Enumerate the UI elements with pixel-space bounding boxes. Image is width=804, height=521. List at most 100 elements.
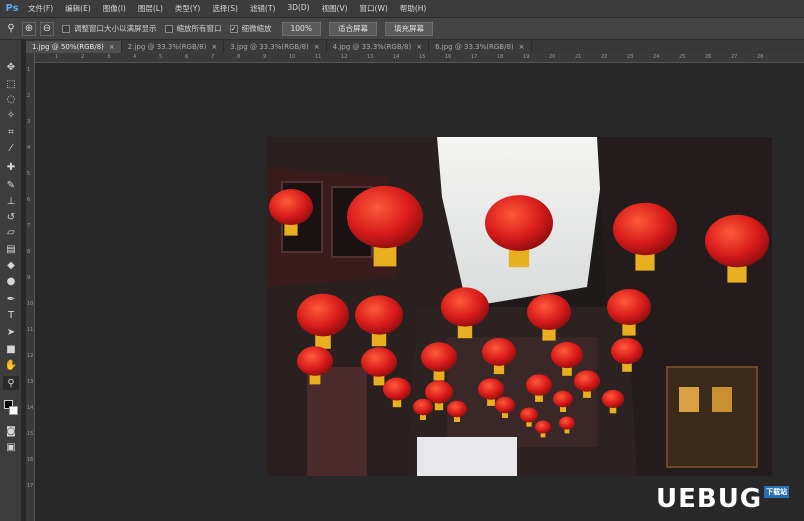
watermark-logo: UEBUG [656,484,763,514]
menu-item[interactable]: 选择(S) [206,3,244,14]
scrubby-zoom-checkbox[interactable]: ✓ 细微缩放 [229,23,272,34]
menu-item[interactable]: 视图(V) [316,3,354,14]
ruler-tick-label: 11 [315,54,322,60]
ruler-tick-label: 2 [27,93,31,99]
ruler-tick-label: 14 [393,54,400,60]
zoom-icon[interactable]: ⚲ [3,376,19,390]
close-icon[interactable]: × [416,43,422,51]
ruler-tick-label: 15 [27,431,34,437]
menu-item[interactable]: 3D(D) [281,3,315,14]
hand-icon[interactable]: ✋ [3,358,19,372]
document-tab[interactable]: 3.jpg @ 33.3%(RGB/8) × [224,41,327,53]
type-icon[interactable]: T [3,308,19,322]
ruler-tick-label: 24 [653,54,660,60]
menu-item[interactable]: 文件(F) [22,3,59,14]
ruler-tick-label: 13 [367,54,374,60]
menu-item[interactable]: 帮助(H) [394,3,433,14]
ruler-tick-label: 12 [27,353,34,359]
zoom-tool-icon[interactable]: ⚲ [4,22,18,36]
zoom-out-icon[interactable]: ⊖ [40,21,54,36]
zoom-all-windows-checkbox[interactable]: 缩放所有窗口 [164,23,222,34]
ruler-tick-label: 20 [549,54,556,60]
ruler-tick-label: 23 [627,54,634,60]
document-tab[interactable]: 1.jpg @ 50%(RGB/8) × [26,41,122,53]
brush-icon[interactable]: ✎ [3,178,19,192]
options-bar: ⚲ ⊕ ⊖ 调整窗口大小以满屏显示 缩放所有窗口 ✓ 细微缩放 100% 适合屏… [0,18,804,40]
document-tab[interactable]: 2.jpg @ 33.3%(RGB/8) × [121,41,225,53]
ruler-tick-label: 12 [341,54,348,60]
ruler-tick-label: 13 [27,379,34,385]
checkbox-box[interactable]: ✓ [229,24,238,33]
resize-windows-checkbox[interactable]: 调整窗口大小以满屏显示 [62,23,157,34]
ruler-tick-label: 5 [27,171,31,177]
crop-icon[interactable]: ⌗ [3,125,19,139]
close-icon[interactable]: × [109,43,115,51]
zoom-in-icon[interactable]: ⊕ [22,21,36,36]
screen-mode-icon[interactable]: ▣ [3,440,19,454]
menu-item[interactable]: 滤镜(T) [244,3,281,14]
path-select-icon[interactable]: ➤ [3,325,19,339]
move-icon[interactable]: ✥ [3,60,19,74]
eraser-icon[interactable]: ▱ [3,225,19,239]
pen-icon[interactable]: ✒ [3,292,19,306]
dodge-icon[interactable]: ● [3,274,19,288]
horizontal-ruler: 1 2 3 4 5 6 7 8 9 10 11 12 13 14 15 16 17 18 19 20 21 22 23 24 2… [35,53,804,63]
fill-screen-button[interactable]: 填充屏幕 [384,21,433,36]
menu-item[interactable]: 窗口(W) [354,3,394,14]
blur-icon[interactable]: ◆ [3,258,19,272]
marquee-icon[interactable]: ⬚ [3,77,19,91]
quick-mask-icon[interactable]: ◙ [3,424,19,438]
menu-item[interactable]: 图层(L) [132,3,169,14]
menu-item[interactable]: 类型(Y) [169,3,206,14]
ruler-tick-label: 9 [263,54,267,60]
gradient-icon[interactable]: ▤ [3,242,19,256]
close-icon[interactable]: × [314,43,320,51]
document-tab-label: 2.jpg @ 33.3%(RGB/8) [127,43,207,51]
shape-icon[interactable]: ■ [3,342,19,356]
document-tab-label: 6.jpg @ 33.3%(RGB/8) [435,43,514,51]
ruler-tick-label: 18 [497,54,504,60]
stamp-icon[interactable]: ⊥ [3,194,19,208]
menu-item[interactable]: 编辑(E) [59,3,97,14]
menu-bar: Ps 文件(F) 编辑(E) 图像(I) 图层(L) 类型(Y) 选择(S) 滤镜(T) 3D… [0,0,804,18]
checkbox-box[interactable] [62,24,70,33]
ruler-tick-label: 7 [27,223,31,229]
ruler-tick-label: 17 [27,483,34,489]
ruler-tick-label: 1 [27,67,31,73]
document-tab-label: 3.jpg @ 33.3%(RGB/8) [230,43,309,51]
close-icon[interactable]: × [519,43,525,51]
checkbox-box[interactable] [164,24,173,33]
ruler-tick-label: 16 [27,457,34,463]
document-tab-label: 1.jpg @ 50%(RGB/8) [32,43,104,51]
close-icon[interactable]: × [211,43,217,51]
magic-wand-icon[interactable]: ✧ [3,108,19,122]
history-brush-icon[interactable]: ↺ [3,210,19,224]
fit-screen-button[interactable]: 适合屏幕 [328,21,377,36]
ruler-tick-label: 19 [523,54,530,60]
document-tab[interactable]: 6.jpg @ 33.3%(RGB/8) × [429,41,532,53]
color-swatch-icon[interactable] [3,400,19,418]
ruler-tick-label: 10 [27,301,34,307]
ruler-tick-label: 14 [27,405,34,411]
lasso-icon[interactable]: ◌ [3,92,19,106]
ruler-tick-label: 22 [601,54,608,60]
ruler-tick-label: 8 [237,54,241,60]
ruler-tick-label: 26 [705,54,712,60]
ruler-tick-label: 27 [731,54,738,60]
actual-pixels-button[interactable]: 100% [281,21,321,36]
ruler-tick-label: 11 [27,327,34,333]
ruler-tick-label: 17 [471,54,478,60]
toolbox: ✥ ⬚ ◌ ✧ ⌗ ⁄ ✚ ✎ ⊥ ↺ ▱ ▤ ◆ ● ✒ T ➤ ■ ✋ ⚲ ◙ ▣ [0,40,22,521]
ruler-tick-label: 4 [27,145,31,151]
ruler-tick-label: 7 [211,54,215,60]
healing-icon[interactable]: ✚ [3,160,19,174]
ruler-tick-label: 1 [55,54,59,60]
menu-item[interactable]: 图像(I) [97,3,132,14]
ruler-tick-label: 21 [575,54,582,60]
ruler-tick-label: 3 [27,119,31,125]
lantern-street-photo [267,137,772,476]
document-image[interactable] [267,137,772,476]
document-tab[interactable]: 4.jpg @ 33.3%(RGB/8) × [326,41,430,53]
document-tab-bar: 1.jpg @ 50%(RGB/8) × 2.jpg @ 33.3%(RGB/8) ×… [26,40,804,53]
eyedropper-icon[interactable]: ⁄ [3,141,19,155]
